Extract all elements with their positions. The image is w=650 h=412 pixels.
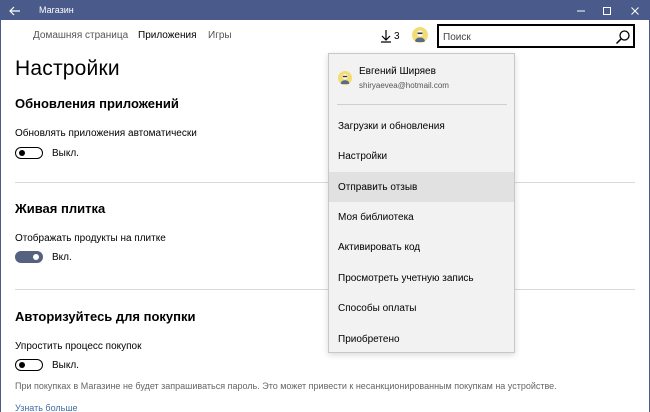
section-divider [15, 182, 635, 183]
downloads-button[interactable]: 3 [380, 28, 400, 44]
search-input[interactable] [443, 30, 608, 44]
toggle-knob [33, 254, 39, 260]
maximize-button[interactable] [593, 1, 620, 21]
menu-item-purchased[interactable]: Приобретено [329, 324, 514, 354]
live-tile-state: Вкл. [52, 252, 72, 263]
menu-separator [337, 104, 507, 105]
auto-update-label: Обновлять приложения автоматически [15, 128, 197, 139]
downloads-count: 3 [394, 30, 400, 42]
back-arrow-icon [9, 6, 20, 16]
menu-item-library[interactable]: Моя библиотека [329, 202, 514, 232]
purchase-note: При покупках в Магазине не будет запраши… [15, 381, 557, 391]
menu-item-settings[interactable]: Настройки [329, 141, 514, 171]
search-box [437, 24, 635, 48]
back-button[interactable] [1, 1, 29, 21]
title-bar: Магазин [0, 0, 650, 20]
toggle-knob [19, 150, 25, 156]
account-name: Евгений Ширяев [359, 66, 436, 77]
menu-avatar [338, 71, 352, 85]
section-divider [15, 289, 635, 290]
nav-games[interactable]: Игры [208, 30, 232, 41]
auto-update-state: Выкл. [52, 148, 79, 159]
window-title: Магазин [39, 5, 74, 15]
auto-update-toggle[interactable] [15, 147, 43, 159]
toggle-knob [19, 362, 25, 368]
account-menu: Евгений Ширяев shiryaevea@hotmail.com За… [328, 53, 515, 353]
purchase-toggle[interactable] [15, 359, 43, 371]
avatar-icon [415, 30, 425, 42]
search-icon[interactable] [615, 29, 631, 45]
live-tile-toggle[interactable] [15, 251, 43, 263]
purchase-state: Выкл. [52, 360, 79, 371]
section-title-live-tile: Живая плитка [15, 201, 106, 216]
account-avatar-button[interactable] [412, 27, 428, 43]
section-title-purchase: Авторизуйтесь для покупки [15, 309, 196, 324]
menu-item-redeem-code[interactable]: Активировать код [329, 232, 514, 262]
learn-more-link[interactable]: Узнать больше [15, 403, 78, 412]
menu-item-payment[interactable]: Способы оплаты [329, 293, 514, 323]
download-icon [381, 30, 391, 43]
section-title-updates: Обновления приложений [15, 96, 179, 111]
menu-item-downloads[interactable]: Загрузки и обновления [329, 111, 514, 141]
close-icon [630, 7, 639, 15]
menu-item-feedback[interactable]: Отправить отзыв [329, 172, 514, 202]
minimize-icon [576, 10, 585, 12]
purchase-label: Упростить процесс покупок [15, 341, 142, 352]
nav-apps[interactable]: Приложения [138, 30, 197, 41]
page-title: Настройки [15, 57, 120, 80]
live-tile-label: Отображать продукты на плитке [15, 233, 166, 244]
avatar-icon [340, 74, 350, 85]
minimize-button[interactable] [567, 1, 594, 21]
account-email: shiryaevea@hotmail.com [359, 81, 449, 90]
maximize-icon [602, 7, 611, 15]
nav-home[interactable]: Домашняя страница [33, 30, 128, 41]
menu-item-view-account[interactable]: Просмотреть учетную запись [329, 263, 514, 293]
close-button[interactable] [621, 1, 648, 21]
